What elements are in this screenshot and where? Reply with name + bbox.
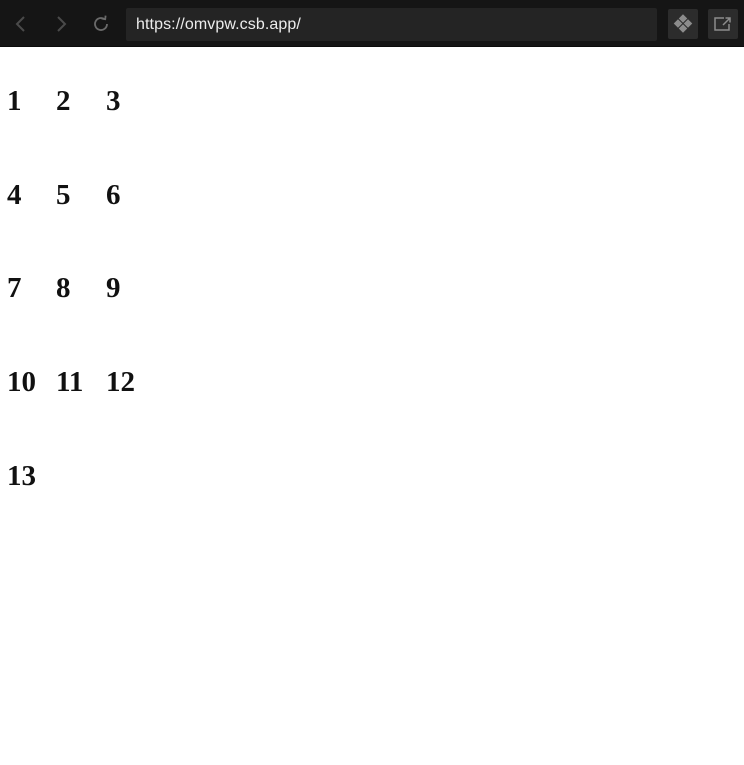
reload-icon <box>94 15 108 31</box>
chevron-left-icon <box>15 16 25 32</box>
address-bar[interactable]: https://omvpw.csb.app/ <box>126 8 657 41</box>
grid-item: 9 <box>106 272 121 304</box>
codesandbox-logo-icon <box>673 14 693 33</box>
grid-item: 7 <box>7 272 22 304</box>
reload-button[interactable] <box>86 9 116 39</box>
grid-item: 8 <box>56 272 71 304</box>
browser-toolbar: https://omvpw.csb.app/ <box>0 0 744 47</box>
grid-item: 3 <box>106 85 121 117</box>
grid-item: 4 <box>7 179 22 211</box>
grid-item: 2 <box>56 85 71 117</box>
external-link-icon <box>714 17 731 31</box>
grid-item: 6 <box>106 179 121 211</box>
chevron-right-icon <box>57 16 67 32</box>
grid-item: 5 <box>56 179 71 211</box>
grid-item: 13 <box>7 460 36 492</box>
forward-button[interactable] <box>46 9 76 39</box>
open-in-new-window-button[interactable] <box>708 9 738 39</box>
back-button[interactable] <box>6 9 36 39</box>
grid-item: 1 <box>7 85 22 117</box>
grid-item: 12 <box>106 366 135 398</box>
grid-item: 11 <box>56 366 84 398</box>
grid-item: 10 <box>7 366 36 398</box>
codesandbox-button[interactable] <box>668 9 698 39</box>
